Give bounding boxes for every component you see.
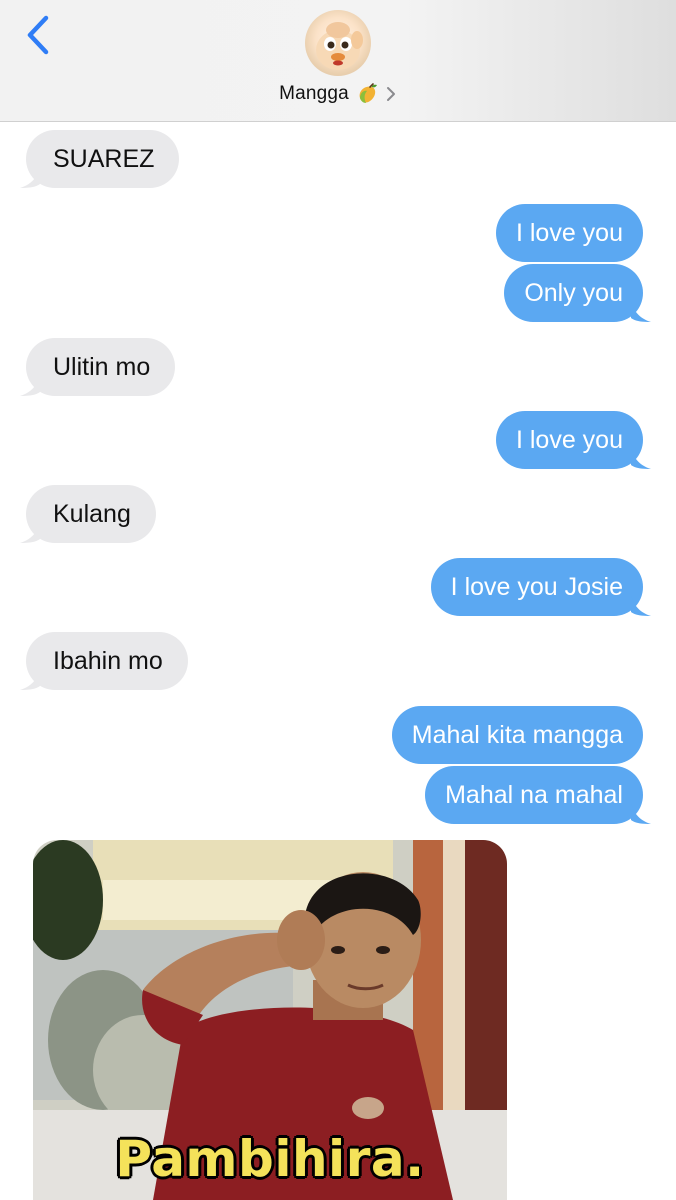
meme-caption: Pambihira. [115, 1130, 425, 1188]
bubble-tail-icon [20, 166, 40, 188]
outgoing-message-bubble[interactable]: Mahal na mahal [425, 766, 651, 824]
bubble-tail-icon [20, 374, 40, 396]
outgoing-message-bubble[interactable]: I love you [495, 411, 651, 469]
mango-icon [355, 82, 379, 106]
bubble-tail-icon [20, 521, 40, 543]
contact-info-button[interactable]: Mangga [0, 80, 676, 108]
message-text: I love you Josie [450, 572, 623, 601]
outgoing-message-bubble[interactable]: I love you Josie [430, 558, 651, 616]
bubble-tail-icon [631, 594, 651, 616]
message-text: Ibahin mo [53, 646, 163, 675]
back-button[interactable] [20, 14, 60, 58]
incoming-message-bubble[interactable]: Ibahin mo [20, 632, 188, 690]
message-text: I love you [515, 218, 623, 247]
incoming-message-bubble[interactable]: SUAREZ [20, 130, 180, 188]
message-text: Mahal na mahal [445, 780, 623, 809]
bubble-tail-icon [631, 447, 651, 469]
message-text: Only you [524, 278, 623, 307]
outgoing-message-bubble[interactable]: I love you [495, 204, 643, 262]
message-text: Mahal kita mangga [411, 720, 623, 749]
contact-name: Mangga [279, 83, 349, 104]
image-message[interactable]: Pambihira. [33, 840, 507, 1200]
incoming-message-bubble[interactable]: Kulang [20, 485, 156, 543]
bubble-tail-icon [631, 802, 651, 824]
chevron-right-icon [385, 85, 397, 103]
bubble-tail-icon [631, 300, 651, 322]
message-text: Kulang [53, 499, 131, 528]
message-text: SUAREZ [53, 144, 155, 173]
message-text: I love you [515, 425, 623, 454]
incoming-message-bubble[interactable]: Ulitin mo [20, 338, 176, 396]
conversation-header: Mangga [0, 0, 676, 122]
outgoing-message-bubble[interactable]: Mahal kita mangga [391, 706, 643, 764]
message-text: Ulitin mo [53, 352, 151, 381]
bubble-tail-icon [20, 668, 40, 690]
chevron-left-icon [27, 15, 49, 55]
outgoing-message-bubble[interactable]: Only you [504, 264, 651, 322]
contact-avatar[interactable] [305, 10, 371, 76]
avatar-image [316, 22, 363, 70]
